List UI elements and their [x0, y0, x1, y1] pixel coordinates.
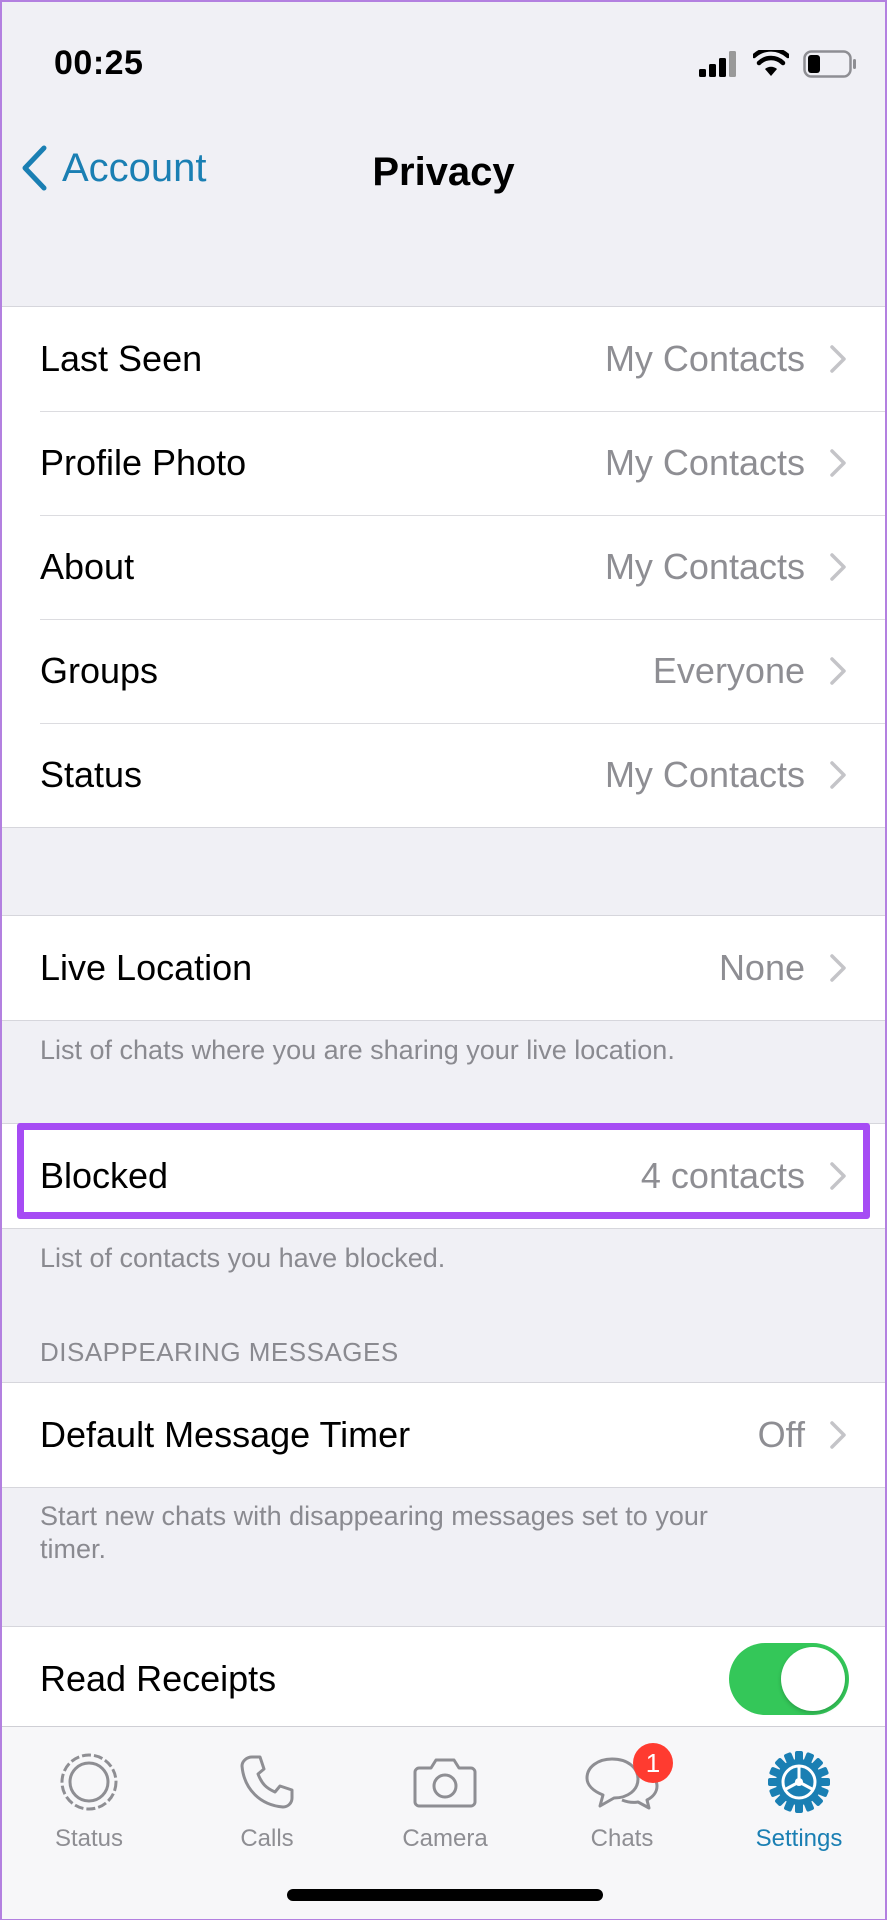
live-location-group: Live Location None	[2, 915, 885, 1021]
live-location-footnote: List of chats where you are sharing your…	[40, 1035, 675, 1065]
tab-label: Camera	[402, 1825, 488, 1852]
chevron-right-icon	[830, 345, 846, 373]
chevron-right-icon	[830, 657, 846, 685]
tab-settings[interactable]: Settings	[724, 1749, 874, 1853]
disappearing-section-header: DISAPPEARING MESSAGES	[40, 1337, 399, 1367]
unread-badge: 1	[633, 1743, 673, 1783]
tab-status[interactable]: Status	[14, 1749, 164, 1853]
row-value: My Contacts	[604, 546, 805, 587]
row-label: Live Location	[40, 947, 253, 988]
row-value: Everyone	[652, 650, 805, 691]
blocked-highlight-frame	[17, 1123, 870, 1219]
row-label: Profile Photo	[40, 442, 247, 483]
chevron-right-icon	[830, 1421, 846, 1449]
tab-label: Calls	[240, 1825, 294, 1852]
chevron-right-icon	[830, 954, 846, 982]
row-value: Off	[757, 1414, 805, 1455]
battery-icon	[803, 50, 856, 78]
cellular-signal-icon	[699, 51, 736, 77]
tab-label: Status	[54, 1825, 124, 1852]
row-label: Status	[40, 754, 143, 795]
status-row[interactable]: Status My Contacts	[2, 723, 885, 827]
toggle-knob	[781, 1647, 845, 1711]
wifi-icon	[753, 50, 789, 76]
phone-icon	[240, 1755, 294, 1809]
live-location-row[interactable]: Live Location None	[2, 916, 885, 1020]
blocked-footnote: List of contacts you have blocked.	[40, 1243, 446, 1273]
camera-icon	[413, 1758, 477, 1808]
profile-photo-row[interactable]: Profile Photo My Contacts	[2, 411, 885, 515]
disappearing-group: Default Message Timer Off	[2, 1382, 885, 1488]
row-label: Groups	[40, 650, 159, 691]
row-value: My Contacts	[604, 754, 805, 795]
about-row[interactable]: About My Contacts	[2, 515, 885, 619]
chevron-right-icon	[830, 761, 846, 789]
tab-chats[interactable]: 1 Chats	[547, 1743, 697, 1853]
tab-calls[interactable]: Calls	[192, 1749, 342, 1853]
row-label: Read Receipts	[40, 1658, 277, 1699]
home-indicator[interactable]	[287, 1889, 603, 1901]
read-receipts-group: Read Receipts	[2, 1626, 885, 1732]
last-seen-row[interactable]: Last Seen My Contacts	[2, 307, 885, 411]
tab-label: Chats	[590, 1825, 654, 1852]
read-receipts-toggle[interactable]	[729, 1643, 849, 1715]
row-label: Last Seen	[40, 338, 203, 379]
groups-row[interactable]: Groups Everyone	[2, 619, 885, 723]
row-label: About	[40, 546, 135, 587]
status-icon	[60, 1753, 118, 1811]
privacy-settings-group: Last Seen My Contacts Profile Photo My C…	[2, 306, 885, 828]
page-title: Privacy	[372, 150, 515, 194]
chevron-right-icon	[830, 449, 846, 477]
status-bar-time: 00:25	[54, 44, 144, 82]
read-receipts-row: Read Receipts	[2, 1627, 885, 1731]
chevron-right-icon	[830, 553, 846, 581]
row-label: Default Message Timer	[40, 1414, 411, 1455]
default-message-timer-row[interactable]: Default Message Timer Off	[2, 1383, 885, 1487]
tab-label: Settings	[755, 1825, 843, 1852]
gear-icon	[768, 1751, 830, 1813]
row-value: My Contacts	[604, 442, 805, 483]
status-bar-icons	[699, 50, 857, 78]
disappearing-footnote: Start new chats with disappearing messag…	[40, 1501, 708, 1564]
row-value: None	[718, 947, 805, 988]
tab-camera[interactable]: Camera	[370, 1749, 520, 1853]
row-value: My Contacts	[604, 338, 805, 379]
